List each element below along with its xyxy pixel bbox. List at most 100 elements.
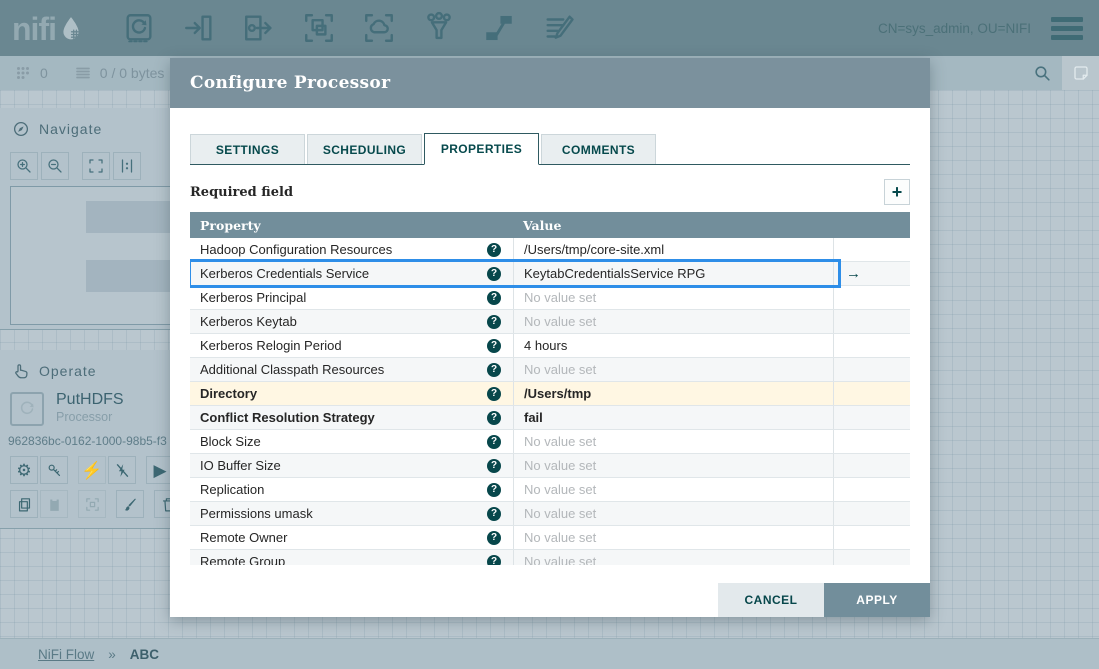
property-row[interactable]: IO Buffer Size?No value set <box>190 454 910 478</box>
help-icon[interactable]: ? <box>487 531 501 545</box>
lightning-icon: ⚡ <box>81 462 102 479</box>
help-icon[interactable]: ? <box>487 555 501 566</box>
help-icon[interactable]: ? <box>487 267 501 281</box>
bulletin-board-button[interactable] <box>1062 56 1099 90</box>
property-row[interactable]: Block Size?No value set <box>190 430 910 454</box>
property-name-cell: Permissions umask? <box>190 502 513 525</box>
property-value-cell[interactable]: fail <box>513 406 833 429</box>
processor-icon[interactable] <box>122 11 156 45</box>
property-row[interactable]: Replication?No value set <box>190 478 910 502</box>
property-name-cell: Kerberos Principal? <box>190 286 513 309</box>
search-button[interactable] <box>1022 56 1062 90</box>
help-icon[interactable]: ? <box>487 459 501 473</box>
property-value-cell[interactable]: No value set <box>513 526 833 549</box>
lightning-slash-icon <box>114 462 131 479</box>
dialog-title: Configure Processor <box>190 73 390 93</box>
template-icon[interactable] <box>482 11 516 45</box>
property-row[interactable]: Kerberos Principal?No value set <box>190 286 910 310</box>
breadcrumb-root-link[interactable]: NiFi Flow <box>38 647 94 662</box>
zoom-fit-button[interactable] <box>82 152 110 180</box>
zoom-out-button[interactable] <box>41 152 69 180</box>
paste-icon <box>46 496 63 513</box>
tab-properties[interactable]: PROPERTIES <box>424 133 539 165</box>
property-name-cell: Additional Classpath Resources? <box>190 358 513 381</box>
label-icon[interactable] <box>542 11 576 45</box>
zoom-in-icon <box>15 157 33 175</box>
property-extra-cell: → <box>833 262 910 285</box>
property-value-cell[interactable]: No value set <box>513 430 833 453</box>
new-property-button[interactable]: + <box>884 179 910 205</box>
funnel-icon[interactable] <box>422 11 456 45</box>
property-row[interactable]: Directory?/Users/tmp <box>190 382 910 406</box>
component-toolbar <box>122 11 576 45</box>
disable-button[interactable] <box>108 456 136 484</box>
property-name-cell: Directory? <box>190 382 513 405</box>
zoom-in-button[interactable] <box>10 152 38 180</box>
property-value-cell[interactable]: No value set <box>513 502 833 525</box>
help-icon[interactable]: ? <box>487 291 501 305</box>
property-value-cell[interactable]: KeytabCredentialsService RPG <box>513 262 833 285</box>
property-name-cell: Hadoop Configuration Resources? <box>190 238 513 261</box>
property-value-cell[interactable]: No value set <box>513 358 833 381</box>
property-row[interactable]: Remote Owner?No value set <box>190 526 910 550</box>
property-value-cell[interactable]: No value set <box>513 310 833 333</box>
property-row[interactable]: Additional Classpath Resources?No value … <box>190 358 910 382</box>
threads-icon <box>14 64 32 82</box>
tab-scheduling[interactable]: SCHEDULING <box>307 134 422 164</box>
property-row[interactable]: Remote Group?No value set <box>190 550 910 565</box>
help-icon[interactable]: ? <box>487 507 501 521</box>
help-icon[interactable]: ? <box>487 483 501 497</box>
property-extra-cell <box>833 406 910 429</box>
navigate-title: Navigate <box>39 121 102 137</box>
process-group-icon[interactable] <box>302 11 336 45</box>
property-extra-cell <box>833 382 910 405</box>
help-icon[interactable]: ? <box>487 315 501 329</box>
zoom-actual-size-button[interactable] <box>113 152 141 180</box>
bulletin-icon <box>1072 64 1090 82</box>
property-value-cell[interactable]: No value set <box>513 454 833 477</box>
zoom-out-icon <box>46 157 64 175</box>
access-policies-button[interactable] <box>40 456 68 484</box>
tab-settings[interactable]: SETTINGS <box>190 134 305 164</box>
breadcrumb: NiFi Flow » ABC <box>0 638 1099 669</box>
dialog-tabbar: SETTINGSSCHEDULINGPROPERTIESCOMMENTS <box>190 133 910 165</box>
play-icon: ▶ <box>153 462 166 479</box>
fill-color-button[interactable] <box>116 490 144 518</box>
configure-button[interactable]: ⚙ <box>10 456 38 484</box>
property-value-cell[interactable]: 4 hours <box>513 334 833 357</box>
help-icon[interactable]: ? <box>487 387 501 401</box>
start-button[interactable]: ▶ <box>146 456 170 484</box>
help-icon[interactable]: ? <box>487 411 501 425</box>
property-value-cell[interactable]: No value set <box>513 550 833 565</box>
birdseye-minimap[interactable] <box>10 186 170 325</box>
property-row[interactable]: Kerberos Keytab?No value set <box>190 310 910 334</box>
property-value-cell[interactable]: No value set <box>513 478 833 501</box>
selected-component-name: PutHDFS <box>56 391 124 409</box>
property-value-cell[interactable]: /Users/tmp/core-site.xml <box>513 238 833 261</box>
property-row[interactable]: Kerberos Credentials Service?KeytabCrede… <box>190 262 910 286</box>
nifi-logo-text: nifi <box>12 16 56 43</box>
help-icon[interactable]: ? <box>487 339 501 353</box>
paste-button[interactable] <box>40 490 68 518</box>
help-icon[interactable]: ? <box>487 243 501 257</box>
property-row[interactable]: Permissions umask?No value set <box>190 502 910 526</box>
tab-comments[interactable]: COMMENTS <box>541 134 656 164</box>
property-value-cell[interactable]: /Users/tmp <box>513 382 833 405</box>
delete-button[interactable] <box>154 490 170 518</box>
property-row[interactable]: Kerberos Relogin Period?4 hours <box>190 334 910 358</box>
property-row[interactable]: Hadoop Configuration Resources?/Users/tm… <box>190 238 910 262</box>
input-port-icon[interactable] <box>182 11 216 45</box>
output-port-icon[interactable] <box>242 11 276 45</box>
copy-button[interactable] <box>10 490 38 518</box>
property-row[interactable]: Conflict Resolution Strategy?fail <box>190 406 910 430</box>
global-menu-icon[interactable] <box>1051 17 1083 40</box>
help-icon[interactable]: ? <box>487 363 501 377</box>
help-icon[interactable]: ? <box>487 435 501 449</box>
goto-service-icon[interactable]: → <box>846 265 861 282</box>
apply-button[interactable]: APPLY <box>824 583 930 617</box>
cancel-button[interactable]: CANCEL <box>718 583 824 617</box>
group-button[interactable] <box>78 490 106 518</box>
enable-button[interactable]: ⚡ <box>78 456 106 484</box>
remote-process-group-icon[interactable] <box>362 11 396 45</box>
property-value-cell[interactable]: No value set <box>513 286 833 309</box>
